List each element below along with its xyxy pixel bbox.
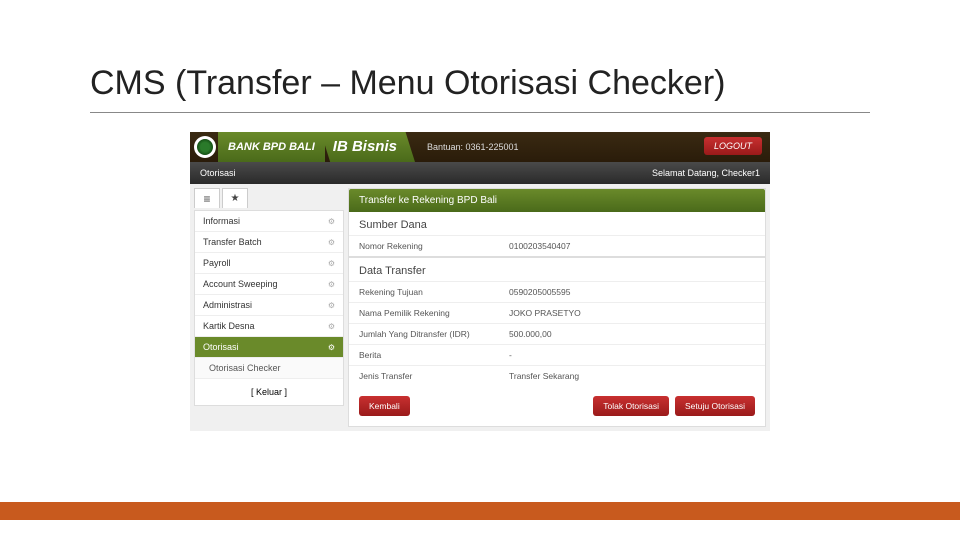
app-header: BANK BPD BALI IB Bisnis Bantuan: 0361-22… [190,132,770,162]
field-value: - [509,350,755,360]
sidebar-item-administrasi[interactable]: Administrasi [195,295,343,316]
field-label: Nomor Rekening [359,241,509,251]
sidebar-item-transfer-batch[interactable]: Transfer Batch [195,232,343,253]
row-jenis-transfer: Jenis Transfer Transfer Sekarang [349,365,765,386]
gear-icon [328,300,335,310]
menubar-left[interactable]: Otorisasi [200,168,236,178]
approve-button[interactable]: Setuju Otorisasi [675,396,755,416]
field-label: Rekening Tujuan [359,287,509,297]
ib-bisnis-label: IB Bisnis [321,132,415,162]
section-data-transfer: Data Transfer [349,258,765,281]
sidebar-item-label: Informasi [203,216,240,226]
star-icon [231,193,240,204]
sidebar-subitem-otorisasi-checker[interactable]: Otorisasi Checker [195,358,343,379]
row-nomor-rekening: Nomor Rekening 0100203540407 [349,235,765,256]
field-value: 0590205005595 [509,287,755,297]
row-nama-pemilik: Nama Pemilik Rekening JOKO PRASETYO [349,302,765,323]
bank-name: BANK BPD BALI [218,132,325,162]
gear-icon [328,279,335,289]
gear-icon [328,216,335,226]
menubar: Otorisasi Selamat Datang, Checker1 [190,162,770,184]
sidebar-item-label: Account Sweeping [203,279,278,289]
field-label: Jenis Transfer [359,371,509,381]
sidebar: Informasi Transfer Batch Payroll Account… [194,188,344,427]
gear-icon [328,258,335,268]
back-button[interactable]: Kembali [359,396,410,416]
logout-button[interactable]: LOGOUT [704,137,762,155]
welcome-text: Selamat Datang, Checker1 [652,168,760,178]
sidebar-item-label: Transfer Batch [203,237,262,247]
field-value: JOKO PRASETYO [509,308,755,318]
bank-logo [194,136,216,158]
tab-favorites[interactable] [222,188,248,208]
panel-title: Transfer ke Rekening BPD Bali [349,189,765,212]
footer-bar [0,502,960,520]
app-window: BANK BPD BALI IB Bisnis Bantuan: 0361-22… [190,132,770,431]
list-icon [203,192,210,206]
bantuan-text: Bantuan: 0361-225001 [427,142,519,152]
gear-icon [328,237,335,247]
gear-icon [328,342,335,352]
field-value: Transfer Sekarang [509,371,755,381]
section-sumber-dana: Sumber Dana [349,212,765,235]
tab-list[interactable] [194,188,220,208]
sidebar-logout[interactable]: [ Keluar ] [195,379,343,405]
field-value: 0100203540407 [509,241,755,251]
sidebar-item-payroll[interactable]: Payroll [195,253,343,274]
slide-title: CMS (Transfer – Menu Otorisasi Checker) [90,64,725,103]
row-jumlah: Jumlah Yang Ditransfer (IDR) 500.000,00 [349,323,765,344]
main-panel: Transfer ke Rekening BPD Bali Sumber Dan… [348,188,766,427]
reject-button[interactable]: Tolak Otorisasi [593,396,669,416]
row-berita: Berita - [349,344,765,365]
sidebar-item-informasi[interactable]: Informasi [195,211,343,232]
gear-icon [328,321,335,331]
field-label: Nama Pemilik Rekening [359,308,509,318]
sidebar-item-kartik-desna[interactable]: Kartik Desna [195,316,343,337]
sidebar-item-label: Otorisasi [203,342,239,352]
sidebar-item-label: Administrasi [203,300,252,310]
row-rekening-tujuan: Rekening Tujuan 0590205005595 [349,281,765,302]
field-label: Berita [359,350,509,360]
field-value: 500.000,00 [509,329,755,339]
sidebar-item-label: Kartik Desna [203,321,255,331]
action-bar: Kembali Tolak Otorisasi Setuju Otorisasi [349,386,765,426]
field-label: Jumlah Yang Ditransfer (IDR) [359,329,509,339]
sidebar-item-label: Payroll [203,258,231,268]
sidebar-item-account-sweeping[interactable]: Account Sweeping [195,274,343,295]
sidebar-item-otorisasi[interactable]: Otorisasi [195,337,343,358]
title-underline [90,112,870,113]
